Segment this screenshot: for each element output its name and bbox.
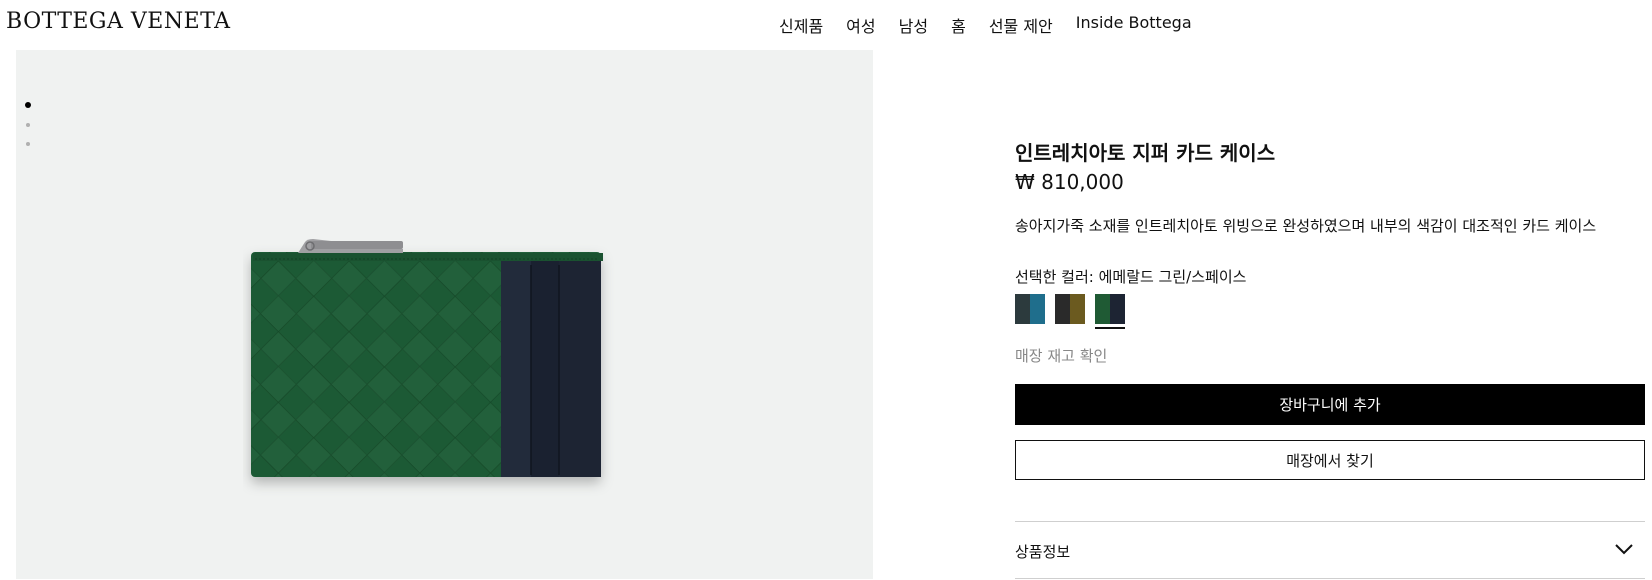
nav-item-new[interactable]: 신제품 bbox=[779, 13, 823, 37]
product-gallery[interactable] bbox=[16, 50, 873, 579]
nav-item-gifts[interactable]: 선물 제안 bbox=[989, 13, 1053, 37]
card-case-illustration bbox=[251, 239, 603, 477]
selected-color-label: 선택한 컬러: 에메랄드 그린/스페이스 bbox=[1015, 268, 1247, 286]
nav-item-women[interactable]: 여성 bbox=[846, 13, 875, 37]
find-in-store-button[interactable]: 매장에서 찾기 bbox=[1015, 440, 1645, 480]
gallery-dot-3[interactable] bbox=[26, 142, 30, 146]
product-description: 송아지가죽 소재를 인트레치아토 위빙으로 완성하였으며 내부의 색감이 대조적… bbox=[1015, 217, 1597, 235]
nav-item-inside-bottega[interactable]: Inside Bottega bbox=[1076, 13, 1192, 37]
main-nav: 신제품 여성 남성 홈 선물 제안 Inside Bottega bbox=[779, 13, 1192, 37]
color-swatch-1[interactable] bbox=[1015, 294, 1045, 324]
site-header: BOTTEGA VENETA 신제품 여성 남성 홈 선물 제안 Inside … bbox=[0, 0, 1652, 48]
gallery-dot-2[interactable] bbox=[26, 123, 30, 127]
product-image bbox=[251, 239, 603, 477]
gallery-pagination bbox=[25, 102, 31, 146]
product-price: ₩ 810,000 bbox=[1015, 170, 1124, 194]
color-swatches bbox=[1015, 294, 1125, 329]
brand-logo[interactable]: BOTTEGA VENETA bbox=[6, 9, 231, 34]
nav-item-home[interactable]: 홈 bbox=[951, 13, 966, 37]
product-title: 인트레치아토 지퍼 카드 케이스 bbox=[1015, 141, 1276, 165]
accordion-label: 상품정보 bbox=[1015, 543, 1071, 561]
stock-check-link[interactable]: 매장 재고 확인 bbox=[1015, 345, 1107, 366]
chevron-down-icon bbox=[1615, 544, 1633, 555]
nav-item-men[interactable]: 남성 bbox=[899, 13, 928, 37]
color-swatch-3[interactable] bbox=[1095, 294, 1125, 329]
color-swatch-2[interactable] bbox=[1055, 294, 1085, 324]
add-to-cart-button[interactable]: 장바구니에 추가 bbox=[1015, 384, 1645, 425]
product-details-accordion[interactable]: 상품정보 bbox=[1015, 522, 1645, 580]
gallery-dot-1[interactable] bbox=[25, 102, 31, 108]
